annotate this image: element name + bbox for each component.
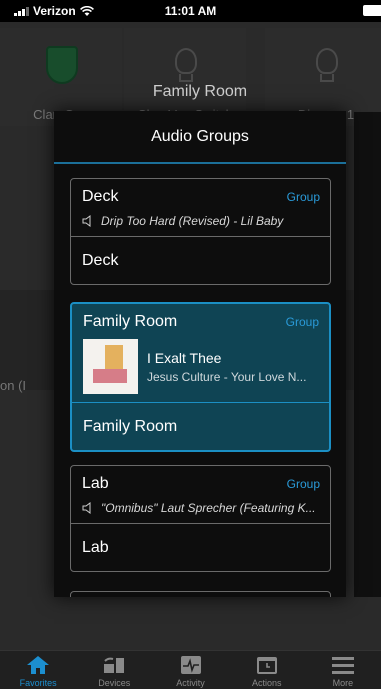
- calendar-icon: [256, 657, 277, 674]
- speaker-icon: [82, 215, 91, 227]
- tab-favorites[interactable]: Favorites: [0, 651, 76, 689]
- status-bar: Verizon 11:01 AM: [0, 0, 381, 22]
- group-button[interactable]: Group: [287, 477, 320, 491]
- menu-icon: [331, 657, 354, 674]
- album-art: [83, 339, 138, 394]
- now-playing: Drip Too Hard (Revised) - Lil Baby: [101, 214, 284, 228]
- group-card-lab[interactable]: Lab Group "Omnibus" Laut Sprecher (Featu…: [70, 465, 331, 572]
- group-zone-label: Deck: [82, 252, 119, 269]
- shield-icon: [46, 46, 78, 84]
- tab-devices[interactable]: Devices: [76, 651, 152, 689]
- group-card-next[interactable]: [70, 591, 331, 597]
- bulb-icon: [316, 48, 338, 74]
- tab-actions[interactable]: Actions: [229, 651, 305, 689]
- tab-more[interactable]: More: [305, 651, 381, 689]
- room-title: Family Room: [152, 83, 248, 100]
- activity-icon: [180, 656, 201, 674]
- audio-groups-modal: Audio Groups Deck Group Drip Too Hard (R…: [54, 111, 346, 597]
- battery-icon: [363, 5, 381, 16]
- tab-activity[interactable]: Activity: [152, 651, 228, 689]
- group-card-family-room[interactable]: Family Room Group I Exalt Thee Jesus Cul…: [70, 302, 331, 452]
- app-screen: Verizon 11:01 AM ClareOne ClareVue Switc…: [0, 0, 381, 689]
- bulb-icon: [175, 48, 197, 74]
- group-name: Deck: [82, 188, 119, 205]
- group-zone-label: Lab: [82, 539, 109, 556]
- tab-label: Devices: [98, 678, 131, 688]
- group-button[interactable]: Group: [286, 315, 319, 329]
- group-name: Family Room: [83, 313, 178, 330]
- track-title: I Exalt Thee: [147, 349, 222, 366]
- track-artist: Jesus Culture - Your Love N...: [147, 369, 307, 384]
- modal-title: Audio Groups: [54, 111, 346, 164]
- home-icon: [27, 656, 50, 674]
- group-zone-label: Family Room: [83, 418, 178, 435]
- tab-label: Favorites: [19, 678, 57, 688]
- background-panel: [354, 112, 381, 597]
- group-list: Deck Group Drip Too Hard (Revised) - Lil…: [54, 164, 346, 597]
- devices-icon: [104, 657, 125, 673]
- group-name: Lab: [82, 475, 109, 492]
- tab-bar: Favorites Devices Activity Actions More: [0, 650, 381, 689]
- speaker-icon: [82, 502, 91, 514]
- tab-label: More: [332, 678, 354, 688]
- tab-label: Activity: [176, 678, 205, 688]
- tile-label: on (I: [0, 378, 27, 393]
- now-playing: "Omnibus" Laut Sprecher (Featuring K...: [101, 501, 316, 515]
- group-button[interactable]: Group: [287, 190, 320, 204]
- group-card-deck[interactable]: Deck Group Drip Too Hard (Revised) - Lil…: [70, 178, 331, 285]
- tab-label: Actions: [251, 678, 282, 688]
- clock: 11:01 AM: [164, 4, 217, 18]
